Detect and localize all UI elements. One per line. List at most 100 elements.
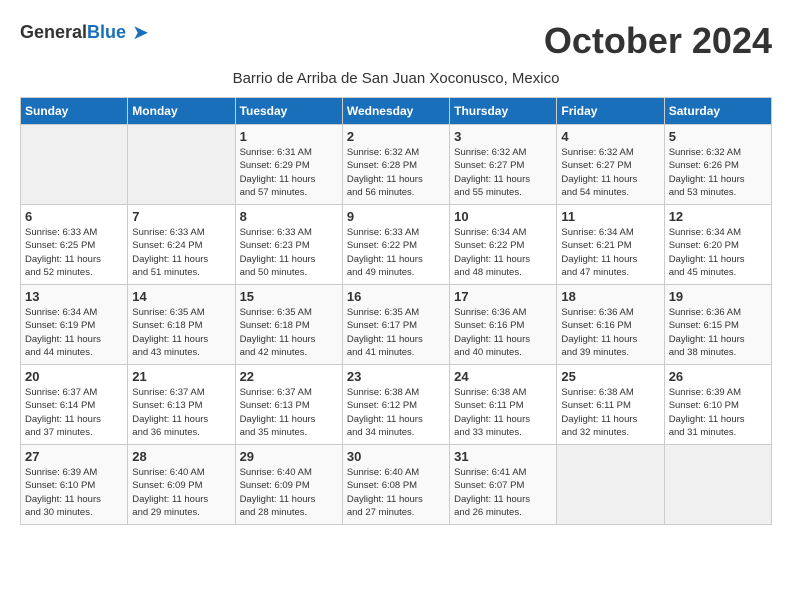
- day-info: Sunrise: 6:41 AM Sunset: 6:07 PM Dayligh…: [454, 466, 552, 519]
- table-row: 28Sunrise: 6:40 AM Sunset: 6:09 PM Dayli…: [128, 445, 235, 525]
- calendar-week-row: 20 Sunrise: 6:37 AM Sunset: 6:14 PM Dayli…: [21, 365, 772, 445]
- table-row: 4 Sunrise: 6:32 AM Sunset: 6:27 PM Daylig…: [557, 125, 664, 205]
- page-subtitle: Barrio de Arriba de San Juan Xoconusco, …: [20, 70, 772, 87]
- header-friday: Friday: [557, 98, 664, 125]
- table-row: 31Sunrise: 6:41 AM Sunset: 6:07 PM Dayli…: [450, 445, 557, 525]
- day-number: 28: [132, 449, 230, 464]
- calendar-week-row: 27 Sunrise: 6:39 AM Sunset: 6:10 PM Dayli…: [21, 445, 772, 525]
- table-row: 26 Sunrise: 6:39 AM Sunset: 6:10 PM Dayli…: [664, 365, 771, 445]
- day-info: Sunrise: 6:35 AM Sunset: 6:17 PM Dayligh…: [347, 306, 445, 359]
- day-number: 8: [240, 209, 338, 224]
- day-number: 2: [347, 129, 445, 144]
- table-row: 19Sunrise: 6:36 AM Sunset: 6:15 PM Dayli…: [664, 285, 771, 365]
- header-sunday: Sunday: [21, 98, 128, 125]
- logo: GeneralBlue ➤: [20, 20, 149, 45]
- day-number: 1: [240, 129, 338, 144]
- table-row: 2 Sunrise: 6:32 AM Sunset: 6:28 PM Daylig…: [342, 125, 449, 205]
- table-row: 12 Sunrise: 6:34 AM Sunset: 6:20 PM Dayli…: [664, 205, 771, 285]
- day-number: 4: [561, 129, 659, 144]
- day-number: 14: [132, 289, 230, 304]
- calendar-week-row: 1 Sunrise: 6:31 AM Sunset: 6:29 PM Daylig…: [21, 125, 772, 205]
- day-number: 13: [25, 289, 123, 304]
- day-info: Sunrise: 6:37 AM Sunset: 6:14 PM Dayligh…: [25, 386, 123, 439]
- day-number: 21: [132, 369, 230, 384]
- table-row: 6 Sunrise: 6:33 AM Sunset: 6:25 PM Daylig…: [21, 205, 128, 285]
- header-monday: Monday: [128, 98, 235, 125]
- day-number: 16: [347, 289, 445, 304]
- day-info: Sunrise: 6:37 AM Sunset: 6:13 PM Dayligh…: [132, 386, 230, 439]
- day-number: 18: [561, 289, 659, 304]
- day-info: Sunrise: 6:34 AM Sunset: 6:21 PM Dayligh…: [561, 226, 659, 279]
- table-row: 18 Sunrise: 6:36 AM Sunset: 6:16 PM Dayli…: [557, 285, 664, 365]
- day-info: Sunrise: 6:32 AM Sunset: 6:27 PM Dayligh…: [561, 146, 659, 199]
- day-info: Sunrise: 6:36 AM Sunset: 6:15 PM Dayligh…: [669, 306, 767, 359]
- calendar-week-row: 13 Sunrise: 6:34 AM Sunset: 6:19 PM Dayli…: [21, 285, 772, 365]
- table-row: 11 Sunrise: 6:34 AM Sunset: 6:21 PM Dayli…: [557, 205, 664, 285]
- day-number: 3: [454, 129, 552, 144]
- day-info: Sunrise: 6:32 AM Sunset: 6:26 PM Dayligh…: [669, 146, 767, 199]
- day-number: 29: [240, 449, 338, 464]
- logo-general: General: [20, 22, 87, 42]
- logo-blue: Blue: [87, 22, 126, 42]
- header-wednesday: Wednesday: [342, 98, 449, 125]
- header-tuesday: Tuesday: [235, 98, 342, 125]
- day-info: Sunrise: 6:34 AM Sunset: 6:22 PM Dayligh…: [454, 226, 552, 279]
- day-number: 22: [240, 369, 338, 384]
- calendar-table: Sunday Monday Tuesday Wednesday Thursday…: [20, 97, 772, 525]
- day-number: 10: [454, 209, 552, 224]
- day-info: Sunrise: 6:36 AM Sunset: 6:16 PM Dayligh…: [561, 306, 659, 359]
- day-number: 15: [240, 289, 338, 304]
- table-row: 17Sunrise: 6:36 AM Sunset: 6:16 PM Dayli…: [450, 285, 557, 365]
- table-row: 29 Sunrise: 6:40 AM Sunset: 6:09 PM Dayli…: [235, 445, 342, 525]
- day-info: Sunrise: 6:33 AM Sunset: 6:24 PM Dayligh…: [132, 226, 230, 279]
- day-number: 12: [669, 209, 767, 224]
- day-info: Sunrise: 6:31 AM Sunset: 6:29 PM Dayligh…: [240, 146, 338, 199]
- day-info: Sunrise: 6:33 AM Sunset: 6:25 PM Dayligh…: [25, 226, 123, 279]
- day-info: Sunrise: 6:38 AM Sunset: 6:11 PM Dayligh…: [454, 386, 552, 439]
- day-number: 5: [669, 129, 767, 144]
- table-row: [128, 125, 235, 205]
- day-number: 6: [25, 209, 123, 224]
- day-number: 26: [669, 369, 767, 384]
- table-row: [21, 125, 128, 205]
- day-number: 9: [347, 209, 445, 224]
- day-info: Sunrise: 6:33 AM Sunset: 6:22 PM Dayligh…: [347, 226, 445, 279]
- day-info: Sunrise: 6:33 AM Sunset: 6:23 PM Dayligh…: [240, 226, 338, 279]
- page-header: GeneralBlue ➤ October 2024: [20, 20, 772, 62]
- day-info: Sunrise: 6:35 AM Sunset: 6:18 PM Dayligh…: [240, 306, 338, 359]
- month-title: October 2024: [544, 20, 772, 62]
- table-row: 22 Sunrise: 6:37 AM Sunset: 6:13 PM Dayli…: [235, 365, 342, 445]
- day-info: Sunrise: 6:37 AM Sunset: 6:13 PM Dayligh…: [240, 386, 338, 439]
- table-row: 23Sunrise: 6:38 AM Sunset: 6:12 PM Dayli…: [342, 365, 449, 445]
- day-number: 27: [25, 449, 123, 464]
- table-row: [664, 445, 771, 525]
- day-info: Sunrise: 6:35 AM Sunset: 6:18 PM Dayligh…: [132, 306, 230, 359]
- logo-text: GeneralBlue: [20, 22, 126, 43]
- table-row: 15 Sunrise: 6:35 AM Sunset: 6:18 PM Dayli…: [235, 285, 342, 365]
- day-number: 20: [25, 369, 123, 384]
- day-info: Sunrise: 6:32 AM Sunset: 6:28 PM Dayligh…: [347, 146, 445, 199]
- table-row: 21 Sunrise: 6:37 AM Sunset: 6:13 PM Dayli…: [128, 365, 235, 445]
- table-row: 1 Sunrise: 6:31 AM Sunset: 6:29 PM Daylig…: [235, 125, 342, 205]
- table-row: 3 Sunrise: 6:32 AM Sunset: 6:27 PM Daylig…: [450, 125, 557, 205]
- calendar-week-row: 6 Sunrise: 6:33 AM Sunset: 6:25 PM Daylig…: [21, 205, 772, 285]
- table-row: 30Sunrise: 6:40 AM Sunset: 6:08 PM Dayli…: [342, 445, 449, 525]
- table-row: [557, 445, 664, 525]
- table-row: 13 Sunrise: 6:34 AM Sunset: 6:19 PM Dayli…: [21, 285, 128, 365]
- day-number: 11: [561, 209, 659, 224]
- day-info: Sunrise: 6:34 AM Sunset: 6:19 PM Dayligh…: [25, 306, 123, 359]
- day-info: Sunrise: 6:34 AM Sunset: 6:20 PM Dayligh…: [669, 226, 767, 279]
- table-row: 8 Sunrise: 6:33 AM Sunset: 6:23 PM Daylig…: [235, 205, 342, 285]
- day-info: Sunrise: 6:40 AM Sunset: 6:08 PM Dayligh…: [347, 466, 445, 519]
- day-info: Sunrise: 6:32 AM Sunset: 6:27 PM Dayligh…: [454, 146, 552, 199]
- table-row: 24Sunrise: 6:38 AM Sunset: 6:11 PM Dayli…: [450, 365, 557, 445]
- table-row: 25Sunrise: 6:38 AM Sunset: 6:11 PM Dayli…: [557, 365, 664, 445]
- table-row: 7Sunrise: 6:33 AM Sunset: 6:24 PM Daylig…: [128, 205, 235, 285]
- day-info: Sunrise: 6:39 AM Sunset: 6:10 PM Dayligh…: [669, 386, 767, 439]
- table-row: 14 Sunrise: 6:35 AM Sunset: 6:18 PM Dayli…: [128, 285, 235, 365]
- day-info: Sunrise: 6:39 AM Sunset: 6:10 PM Dayligh…: [25, 466, 123, 519]
- table-row: 27 Sunrise: 6:39 AM Sunset: 6:10 PM Dayli…: [21, 445, 128, 525]
- logo-bird-icon: ➤: [132, 20, 149, 45]
- day-info: Sunrise: 6:40 AM Sunset: 6:09 PM Dayligh…: [240, 466, 338, 519]
- day-number: 25: [561, 369, 659, 384]
